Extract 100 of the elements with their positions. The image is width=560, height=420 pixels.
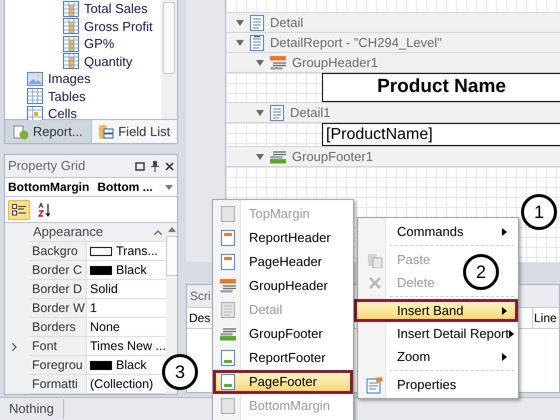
collapse-chevron-icon[interactable] bbox=[154, 230, 162, 234]
property-value[interactable]: 1 bbox=[90, 298, 97, 318]
property-value[interactable]: Black bbox=[116, 356, 147, 374]
collapse-triangle-icon[interactable] bbox=[256, 58, 264, 66]
submenu-arrow-icon bbox=[502, 228, 507, 236]
submenu-arrow-icon bbox=[509, 330, 514, 338]
pin-icon[interactable] bbox=[151, 160, 159, 172]
band-label: Detail1 bbox=[290, 104, 330, 122]
close-icon[interactable] bbox=[165, 162, 174, 170]
selector-object-type: Bottom ... bbox=[96, 179, 154, 196]
menu-item[interactable]: Insert Band bbox=[354, 299, 518, 322]
property-name: Borders bbox=[31, 318, 76, 336]
tree-item[interactable]: Quantity bbox=[5, 52, 161, 70]
band-header[interactable]: Detail1 bbox=[226, 103, 560, 123]
scrollbar[interactable] bbox=[161, 0, 177, 119]
page-icon bbox=[221, 398, 235, 414]
table-field-icon bbox=[63, 18, 79, 34]
band-header[interactable]: GroupFooter1 bbox=[226, 147, 560, 167]
page-header-icon bbox=[221, 254, 235, 270]
panel-tab[interactable]: Scri bbox=[190, 287, 211, 305]
tree-item[interactable]: Tables bbox=[5, 88, 161, 105]
menu-item[interactable]: GroupFooter bbox=[213, 322, 353, 346]
column-header[interactable]: Line bbox=[533, 308, 559, 328]
sort-alphabetical-icon bbox=[38, 202, 52, 216]
page-lines-icon bbox=[250, 14, 264, 30]
property-value[interactable]: Times New ... bbox=[90, 336, 166, 356]
category-label: Appearance bbox=[33, 223, 104, 242]
property-row[interactable]: Border C Black bbox=[29, 261, 166, 280]
table-field-icon bbox=[63, 36, 79, 52]
panel-title: Property Grid bbox=[8, 157, 86, 176]
scroll-thumb[interactable] bbox=[163, 2, 175, 74]
property-value[interactable]: Black bbox=[116, 260, 147, 280]
stacked-bars-icon bbox=[220, 279, 236, 293]
collapse-triangle-icon[interactable] bbox=[236, 38, 244, 46]
menu-item[interactable]: ReportFooter bbox=[213, 346, 353, 370]
submenu-arrow-icon bbox=[502, 352, 507, 360]
menu-item[interactable]: Commands bbox=[358, 220, 518, 243]
scroll-up-arrow-icon[interactable] bbox=[168, 227, 176, 232]
panel-tab[interactable]: Field List bbox=[90, 120, 177, 143]
band-header[interactable]: DetailReport - "CH294_Level" bbox=[226, 33, 560, 53]
page-footer-icon bbox=[221, 350, 235, 366]
band-label: GroupHeader1 bbox=[292, 54, 378, 72]
database-icon bbox=[98, 124, 114, 140]
object-selector[interactable]: BottomMargin Bottom ... bbox=[5, 177, 177, 197]
scroll-thumb[interactable] bbox=[166, 236, 177, 276]
property-name: Font bbox=[31, 338, 58, 355]
page-lines-icon bbox=[250, 34, 264, 50]
property-row[interactable]: Borders None bbox=[29, 318, 166, 337]
collapse-triangle-icon[interactable] bbox=[256, 152, 264, 160]
categorized-sort-button[interactable] bbox=[8, 200, 30, 220]
property-row[interactable]: Backgro Trans... bbox=[29, 242, 166, 261]
expand-chevron-icon[interactable] bbox=[12, 343, 17, 351]
grid-icon bbox=[27, 88, 43, 104]
collapse-triangle-icon[interactable] bbox=[256, 108, 264, 116]
panel-tab[interactable]: Report... bbox=[5, 120, 90, 143]
property-name: Backgro bbox=[31, 242, 78, 260]
selector-object-name: BottomMargin bbox=[7, 179, 90, 196]
page-lines-icon bbox=[221, 302, 235, 318]
stacked-bars-icon bbox=[270, 56, 286, 70]
property-row[interactable]: Formatti (Collection) bbox=[29, 375, 166, 394]
table-field-icon bbox=[63, 53, 79, 70]
property-value[interactable]: None bbox=[90, 318, 120, 336]
report-label[interactable]: Product Name bbox=[322, 73, 560, 102]
maximize-icon[interactable] bbox=[135, 162, 145, 170]
property-row[interactable]: Foregrou Black bbox=[29, 356, 166, 375]
menu-item[interactable]: Insert Detail Report bbox=[358, 322, 518, 345]
status-text: Nothing bbox=[0, 399, 64, 419]
property-value[interactable]: Solid bbox=[90, 280, 118, 298]
tree-item[interactable]: Total Sales bbox=[5, 0, 161, 18]
tree-item[interactable]: Gross Profit bbox=[5, 18, 161, 35]
property-row[interactable]: Border D Solid bbox=[29, 280, 166, 299]
clipboard-icon bbox=[12, 124, 29, 140]
picture-icon bbox=[27, 70, 43, 87]
band-header[interactable]: GroupHeader1 bbox=[226, 53, 560, 73]
property-value[interactable]: (Collection) bbox=[90, 374, 154, 394]
menu-item[interactable]: PageFooter bbox=[213, 370, 353, 394]
property-name: Foregrou bbox=[31, 356, 83, 374]
property-name: Border C bbox=[31, 262, 82, 279]
report-label[interactable]: [ProductName] bbox=[322, 123, 560, 146]
page-lines-icon bbox=[270, 104, 284, 120]
property-name: Border D bbox=[31, 280, 82, 298]
collapse-triangle-icon[interactable] bbox=[236, 18, 244, 26]
properties-icon bbox=[366, 376, 384, 394]
property-row[interactable]: Border W 1 bbox=[29, 299, 166, 318]
menu-item[interactable]: ReportHeader bbox=[213, 226, 353, 250]
tree-item[interactable]: GP% bbox=[5, 35, 161, 52]
property-row[interactable]: Font Times New ... bbox=[29, 337, 166, 356]
menu-item[interactable]: PageHeader bbox=[213, 250, 353, 274]
tree-item[interactable]: Images bbox=[5, 70, 161, 88]
property-value[interactable]: Trans... bbox=[116, 242, 158, 260]
categorized-list-icon bbox=[12, 204, 26, 216]
category-row[interactable]: Appearance bbox=[29, 223, 166, 242]
page-icon bbox=[221, 206, 235, 222]
dropdown-arrow-icon[interactable] bbox=[165, 184, 173, 190]
menu-item[interactable]: Zoom bbox=[358, 345, 518, 368]
menu-item[interactable]: GroupHeader bbox=[213, 274, 353, 298]
property-name: Border W bbox=[31, 300, 85, 317]
menu-item[interactable]: Properties bbox=[358, 373, 518, 396]
band-header[interactable]: Detail bbox=[226, 13, 560, 33]
band-label: GroupFooter1 bbox=[292, 148, 373, 166]
